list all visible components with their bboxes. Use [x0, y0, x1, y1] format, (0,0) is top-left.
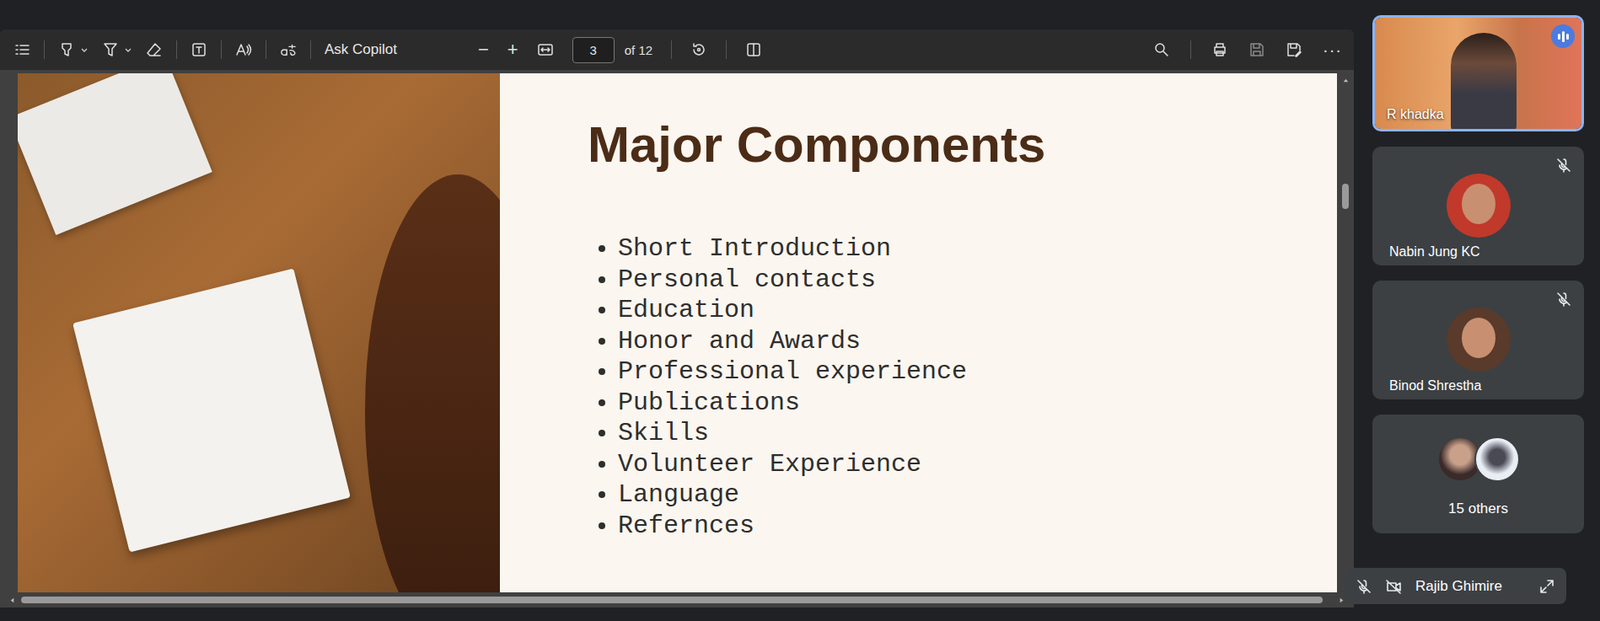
fit-width-icon[interactable] [536, 41, 554, 59]
avatar [1446, 307, 1511, 372]
participant-name: R khadka [1386, 107, 1445, 123]
rotate-icon[interactable] [690, 41, 708, 59]
others-tile[interactable]: 15 others [1372, 414, 1584, 534]
scroll-left-icon[interactable] [8, 596, 17, 605]
bullet-item: Personal contacts [617, 264, 1337, 296]
translate-icon[interactable] [279, 41, 297, 59]
eraser-icon[interactable] [145, 41, 163, 59]
avatar [1446, 173, 1511, 238]
page-view-icon[interactable] [745, 41, 763, 59]
others-count: 15 others [1448, 500, 1509, 518]
participant-tile[interactable]: R khadka [1372, 15, 1584, 132]
draw-icon[interactable] [102, 41, 119, 59]
horizontal-scrollbar[interactable] [0, 592, 1354, 608]
bullet-item: Volunteer Experience [617, 449, 1337, 481]
participant-name: Binod Shrestha [1389, 378, 1482, 394]
chevron-down-icon[interactable] [123, 45, 133, 54]
text-box-icon[interactable] [190, 41, 208, 59]
bullet-item: Publications [617, 387, 1337, 419]
self-view-bar[interactable]: Rajib Ghimire [1344, 568, 1567, 605]
slide-content: Major Components Short IntroductionPerso… [499, 73, 1337, 593]
camera-off-icon[interactable] [1385, 578, 1404, 596]
pdf-toolbar: Ask Copilot − + 3 of 12 ··· [0, 29, 1354, 70]
print-icon[interactable] [1211, 41, 1229, 59]
document-canvas: Major Components Short IntroductionPerso… [0, 69, 1354, 593]
scroll-thumb[interactable] [1342, 183, 1349, 210]
speaking-icon [1551, 24, 1575, 49]
bullet-item: Language [617, 479, 1337, 511]
slide-title: Major Components [587, 117, 1337, 173]
more-button[interactable]: ··· [1322, 41, 1343, 59]
vertical-scrollbar[interactable] [1336, 73, 1354, 593]
save-as-icon[interactable] [1285, 41, 1303, 59]
page-count: of 12 [624, 42, 653, 58]
scroll-thumb[interactable] [21, 596, 1323, 604]
save-icon[interactable] [1248, 41, 1266, 59]
zoom-in-button[interactable]: + [507, 40, 519, 60]
slide-photo [17, 73, 500, 593]
zoom-out-button[interactable]: − [477, 40, 489, 60]
self-name: Rajib Ghimire [1415, 578, 1503, 596]
participants-panel: R khadka Nabin Jung KC Binod Shrestha 15… [1353, 0, 1600, 621]
expand-icon[interactable] [1537, 578, 1557, 596]
bullet-item: Honor and Awards [617, 326, 1337, 358]
participant-tile[interactable]: Binod Shrestha [1372, 280, 1584, 400]
mic-off-icon[interactable] [1354, 578, 1374, 596]
mic-off-icon [1555, 156, 1573, 174]
read-aloud-icon[interactable] [235, 41, 253, 59]
search-icon[interactable] [1153, 41, 1171, 59]
pdf-page: Major Components Short IntroductionPerso… [17, 73, 1337, 593]
avatar [1474, 436, 1520, 483]
chevron-down-icon[interactable] [80, 45, 89, 54]
bullet-item: Refernces [617, 510, 1337, 543]
bullet-item: Skills [617, 418, 1337, 450]
highlight-icon[interactable] [58, 41, 76, 59]
mic-off-icon [1555, 290, 1573, 308]
ask-copilot-button[interactable]: Ask Copilot [324, 41, 398, 59]
scroll-up-icon[interactable] [1342, 76, 1350, 85]
participant-name: Nabin Jung KC [1389, 244, 1481, 260]
bullet-item: Education [617, 295, 1337, 327]
contents-icon[interactable] [13, 41, 31, 59]
bullet-item: Short Introduction [617, 233, 1337, 265]
bullet-list: Short IntroductionPersonal contactsEduca… [587, 233, 1337, 542]
participant-tile[interactable]: Nabin Jung KC [1372, 146, 1584, 266]
screen-share: Ask Copilot − + 3 of 12 ··· Major Compon… [0, 0, 1354, 621]
bullet-item: Professional experience [617, 356, 1337, 388]
page-number-input[interactable]: 3 [572, 37, 615, 64]
meeting-screen: Ask Copilot − + 3 of 12 ··· Major Compon… [0, 0, 1600, 621]
